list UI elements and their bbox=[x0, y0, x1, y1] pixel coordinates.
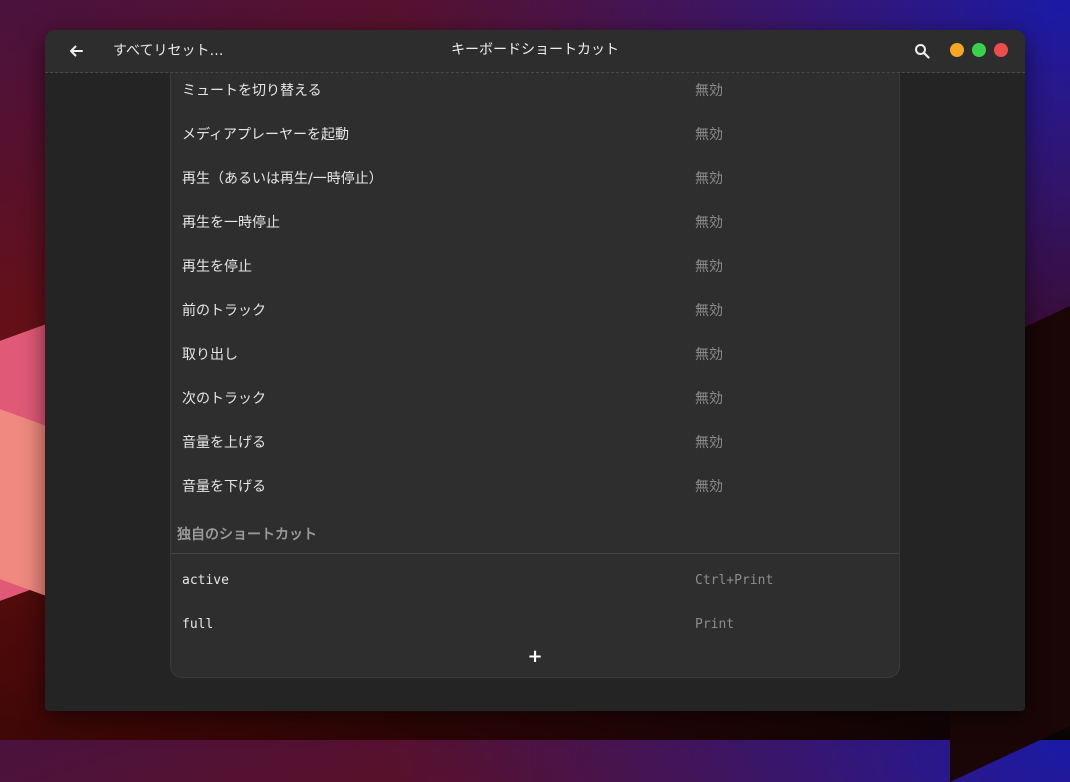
shortcut-list-panel: ミュートを切り替える 無効 メディアプレーヤーを起動 無効 再生（あるいは再生/… bbox=[170, 73, 900, 678]
custom-shortcut-row[interactable]: active Ctrl+Print bbox=[171, 563, 899, 607]
search-icon bbox=[915, 44, 930, 59]
settings-window: すべてリセット… キーボードショートカット ミュートを切り替える 無効 メディア… bbox=[45, 30, 1025, 711]
shortcut-label: active bbox=[182, 573, 229, 588]
shortcut-label: 再生を停止 bbox=[182, 259, 252, 275]
shortcut-accelerator: 無効 bbox=[695, 127, 723, 143]
shortcut-row[interactable]: 再生（あるいは再生/一時停止） 無効 bbox=[171, 161, 899, 205]
shortcut-row[interactable]: 再生を一時停止 無効 bbox=[171, 205, 899, 249]
shortcut-label: 次のトラック bbox=[182, 391, 266, 407]
shortcut-label: 前のトラック bbox=[182, 303, 266, 319]
back-button[interactable] bbox=[61, 36, 91, 66]
shortcut-label: full bbox=[182, 617, 214, 632]
shortcut-label: 取り出し bbox=[182, 347, 238, 363]
shortcut-accelerator: 無効 bbox=[695, 259, 723, 275]
header-bar: すべてリセット… キーボードショートカット bbox=[45, 30, 1025, 73]
shortcut-row[interactable]: メディアプレーヤーを起動 無効 bbox=[171, 117, 899, 161]
shortcut-label: 音量を下げる bbox=[182, 479, 266, 495]
shortcut-row[interactable]: 音量を上げる 無効 bbox=[171, 425, 899, 469]
add-shortcut-button[interactable]: + bbox=[525, 647, 545, 667]
shortcut-accelerator: Ctrl+Print bbox=[695, 573, 774, 588]
shortcut-label: 再生を一時停止 bbox=[182, 215, 280, 231]
shortcut-accelerator: 無効 bbox=[695, 479, 723, 495]
search-button[interactable] bbox=[907, 36, 937, 66]
shortcut-accelerator: 無効 bbox=[695, 171, 723, 187]
shortcut-accelerator: 無効 bbox=[695, 347, 723, 363]
shortcut-accelerator: 無効 bbox=[695, 215, 723, 231]
shortcut-accelerator: 無効 bbox=[695, 83, 723, 99]
shortcut-list: ミュートを切り替える 無効 メディアプレーヤーを起動 無効 再生（あるいは再生/… bbox=[171, 73, 899, 513]
custom-shortcut-list: active Ctrl+Print full Print bbox=[171, 563, 899, 651]
shortcut-accelerator: 無効 bbox=[695, 303, 723, 319]
shortcut-accelerator: 無効 bbox=[695, 435, 723, 451]
shortcut-row[interactable]: 次のトラック 無効 bbox=[171, 381, 899, 425]
custom-shortcut-row[interactable]: full Print bbox=[171, 607, 899, 651]
shortcut-label: メディアプレーヤーを起動 bbox=[182, 127, 350, 143]
minimize-button[interactable] bbox=[950, 43, 964, 57]
shortcut-label: 再生（あるいは再生/一時停止） bbox=[182, 171, 383, 187]
section-divider bbox=[171, 553, 899, 554]
shortcut-label: 音量を上げる bbox=[182, 435, 266, 451]
shortcut-row[interactable]: 音量を下げる 無効 bbox=[171, 469, 899, 513]
shortcut-row[interactable]: 取り出し 無効 bbox=[171, 337, 899, 381]
arrow-left-icon bbox=[70, 45, 83, 57]
shortcut-row[interactable]: 前のトラック 無効 bbox=[171, 293, 899, 337]
maximize-button[interactable] bbox=[972, 43, 986, 57]
shortcut-row[interactable]: ミュートを切り替える 無効 bbox=[171, 73, 899, 117]
reset-all-button[interactable]: すべてリセット… bbox=[105, 36, 231, 66]
custom-shortcuts-heading: 独自のショートカット bbox=[177, 527, 317, 543]
shortcut-row[interactable]: 再生を停止 無効 bbox=[171, 249, 899, 293]
shortcut-accelerator: Print bbox=[695, 617, 735, 632]
shortcut-label: ミュートを切り替える bbox=[182, 83, 322, 99]
close-button[interactable] bbox=[994, 43, 1008, 57]
shortcut-accelerator: 無効 bbox=[695, 391, 723, 407]
